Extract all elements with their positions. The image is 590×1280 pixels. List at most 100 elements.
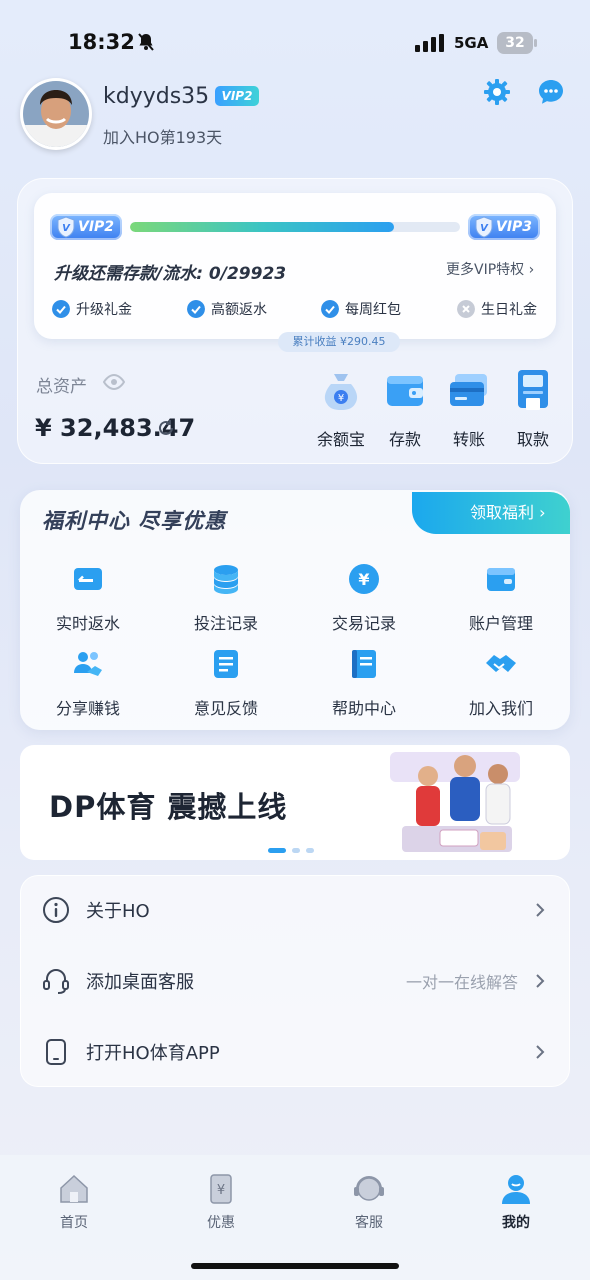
list-row-label: 打开HO体育APP: [86, 1043, 220, 1064]
next-vip-tag: V VIP3: [468, 214, 540, 240]
phone-icon: [46, 1039, 66, 1065]
tab-customer-service[interactable]: 客服: [319, 1172, 419, 1232]
list-row-open-app[interactable]: 打开HO体育APP: [20, 1017, 570, 1087]
svg-text:V: V: [480, 223, 489, 234]
action-label: 余额宝: [316, 430, 365, 449]
status-time: 18:32: [68, 30, 135, 54]
banner-dot[interactable]: [306, 848, 314, 853]
check-icon: [52, 300, 70, 318]
avatar[interactable]: [20, 78, 92, 150]
perk-label: 升级礼金: [76, 302, 132, 318]
perk-label: 每周红包: [345, 302, 401, 318]
svg-text:¥: ¥: [358, 570, 369, 589]
vip-shield-icon: V: [57, 216, 75, 238]
signal-icon: [415, 34, 444, 52]
welfare-title: 福利中心 尽享优惠: [42, 509, 227, 533]
list-row-about[interactable]: 关于HO: [20, 875, 570, 945]
list-row-label: 添加桌面客服: [86, 972, 194, 993]
sports-players-illustration: [390, 752, 520, 852]
home-indicator[interactable]: [191, 1263, 399, 1269]
list-row-desktop-support[interactable]: 添加桌面客服 一对一在线解答: [20, 946, 570, 1016]
tab-home[interactable]: 首页: [24, 1172, 124, 1232]
battery-level: 32: [497, 32, 533, 54]
network-label: 5GA: [454, 34, 489, 52]
transfer-button[interactable]: 转账: [439, 366, 499, 450]
share-icon: [74, 652, 102, 676]
eye-icon[interactable]: [103, 374, 125, 390]
perk-high-rebate: 高额返水: [187, 297, 267, 321]
upgrade-requirement: 升级还需存款/流水: 0/29923: [54, 264, 287, 284]
grid-item-feedback[interactable]: 意见反馈: [166, 647, 286, 719]
vip-progress-bar: [130, 222, 460, 232]
action-label: 存款: [388, 430, 421, 449]
next-vip-label: VIP3: [496, 219, 533, 235]
grid-label: 交易记录: [331, 614, 396, 633]
grid-item-join-us[interactable]: 加入我们: [441, 647, 561, 719]
rebate-icon: [74, 568, 102, 590]
username: kdyyds35: [103, 84, 210, 109]
yuebao-button[interactable]: ¥ 余额宝: [311, 366, 371, 450]
grid-item-transactions[interactable]: ¥ 交易记录: [304, 562, 424, 634]
claim-welfare-button[interactable]: 领取福利 ›: [412, 492, 570, 534]
grid-label: 帮助中心: [331, 699, 396, 718]
grid-item-help[interactable]: 帮助中心: [304, 647, 424, 719]
settings-gear-icon[interactable]: [484, 79, 510, 105]
tab-mine[interactable]: 我的: [466, 1172, 566, 1232]
bell-muted-icon: [138, 33, 154, 51]
tab-label: 客服: [355, 1215, 383, 1231]
withdraw-button[interactable]: 取款: [503, 366, 563, 450]
account-icon: [487, 568, 515, 591]
vip-progress-fill: [130, 222, 394, 232]
wallet-icon: [387, 376, 423, 406]
perk-label: 高额返水: [211, 302, 267, 318]
help-icon: [352, 650, 376, 678]
chevron-right-icon: [536, 974, 545, 988]
feedback-icon: [214, 650, 238, 678]
deposit-button[interactable]: 存款: [375, 366, 435, 450]
refresh-icon[interactable]: [157, 419, 175, 437]
banner-pagination: [268, 848, 314, 853]
tab-label: 首页: [60, 1215, 88, 1231]
grid-item-share[interactable]: 分享赚钱: [28, 647, 148, 719]
check-icon: [321, 300, 339, 318]
handshake-icon: [486, 655, 516, 672]
action-label: 取款: [516, 430, 549, 449]
chevron-right-icon: [536, 903, 545, 917]
join-days-text: 加入HO第193天: [103, 128, 223, 147]
perk-label: 生日礼金: [481, 302, 537, 318]
headset-icon: [43, 969, 69, 994]
grid-label: 投注记录: [193, 614, 258, 633]
vip-level-badge: VIP2: [215, 86, 259, 106]
more-vip-link[interactable]: 更多VIP特权 ›: [446, 259, 534, 279]
vip-shield-icon: V: [475, 216, 493, 238]
svg-text:V: V: [62, 223, 71, 234]
home-icon: [60, 1174, 88, 1203]
perk-weekly-redpacket: 每周红包: [321, 297, 401, 321]
grid-label: 账户管理: [468, 614, 533, 633]
atm-icon: [518, 370, 548, 410]
banner-dot[interactable]: [268, 848, 286, 853]
svg-text:¥: ¥: [217, 1183, 225, 1198]
grid-label: 加入我们: [468, 699, 533, 718]
current-vip-label: VIP2: [78, 219, 115, 235]
chevron-right-icon: [536, 1045, 545, 1059]
tab-promotions[interactable]: ¥ 优惠: [171, 1172, 271, 1232]
grid-item-rebate[interactable]: 实时返水: [28, 562, 148, 634]
grid-item-account[interactable]: 账户管理: [441, 562, 561, 634]
banner-title: DP体育 震撼上线: [49, 790, 288, 824]
total-assets-label: 总资产: [36, 377, 87, 397]
action-label: 转账: [452, 430, 485, 449]
grid-label: 实时返水: [55, 614, 120, 633]
grid-item-bet-record[interactable]: 投注记录: [166, 562, 286, 634]
list-row-label: 关于HO: [86, 901, 150, 922]
svg-text:¥: ¥: [338, 393, 344, 404]
message-icon[interactable]: [538, 79, 564, 105]
coupon-icon: ¥: [210, 1174, 232, 1204]
banner-dot[interactable]: [292, 848, 300, 853]
transaction-icon: ¥: [349, 564, 379, 594]
support-icon: [354, 1176, 384, 1201]
bet-record-icon: [214, 565, 238, 594]
cross-icon: [457, 300, 475, 318]
check-icon: [187, 300, 205, 318]
profile-icon: [502, 1175, 530, 1204]
